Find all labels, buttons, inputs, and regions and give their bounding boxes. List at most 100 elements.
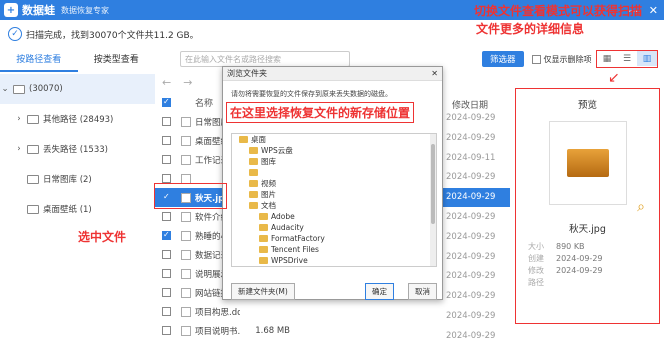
dialog-folder-label: Tencent Files — [271, 245, 319, 254]
annotation-dialog-note: 在这里选择恢复文件的新存储位置 — [226, 102, 415, 123]
preview-view-icon[interactable]: ▥ — [637, 51, 657, 66]
only-deleted-label: 仅显示删除项 — [543, 54, 592, 64]
row-checkbox[interactable] — [162, 136, 171, 145]
file-name: 项目构思.docx — [195, 307, 240, 318]
file-date: 2024-09-29 — [446, 192, 496, 203]
meta-value: 2024-09-29 — [556, 254, 603, 263]
select-all-checkbox[interactable] — [162, 97, 171, 107]
filter-button[interactable]: 筛选器 — [482, 51, 524, 67]
file-name: 项目说明书.docx — [195, 326, 240, 337]
row-checkbox[interactable] — [162, 212, 171, 221]
folder-icon — [27, 144, 39, 154]
zoom-icon[interactable]: ⌕ — [637, 199, 645, 215]
folder-icon — [27, 174, 39, 184]
folder-icon — [239, 136, 248, 143]
file-icon — [181, 287, 191, 298]
file-date: 2024-09-29 — [446, 172, 496, 183]
dialog-folder-item[interactable]: 文档 — [232, 200, 436, 211]
nav-arrows: ← → — [162, 76, 222, 89]
ok-button[interactable]: 确定 — [365, 283, 394, 300]
dialog-folder-item[interactable]: Adobe — [232, 211, 436, 222]
tree-item-other[interactable]: › 其他路径 (28493) — [0, 104, 155, 134]
tab-by-path[interactable]: 按路径查看 — [0, 50, 78, 72]
folder-icon — [249, 180, 258, 187]
preview-thumbnail — [548, 121, 627, 205]
annotation-toggle-note-2: 文件更多的详细信息 — [476, 22, 585, 36]
file-icon — [181, 211, 191, 222]
dialog-folder-item[interactable]: WPS云盘 — [232, 145, 436, 156]
status-text: 扫描完成，找到30070个文件共11.2 GB。 — [26, 30, 199, 41]
back-arrow-icon[interactable]: ← — [162, 76, 171, 89]
file-date: 2024-09-29 — [446, 310, 496, 321]
tree-item-lost[interactable]: › 丢失路径 (1533) — [0, 134, 155, 164]
app-logo: + 数据蛙 数据恢复专家 — [4, 2, 109, 18]
dialog-folder-item[interactable]: WPSDrive — [232, 255, 436, 266]
date-column: 2024-09-29 2024-09-29 2024-09-11 2024-09-29… — [446, 113, 504, 351]
app-logo-icon: + — [4, 3, 18, 17]
dialog-folder-item[interactable]: FormatFactory — [232, 233, 436, 244]
list-view-icon[interactable]: ☰ — [617, 51, 637, 66]
folder-icon — [259, 224, 268, 231]
checkbox[interactable] — [531, 54, 541, 64]
dialog-title-bar: 浏览文件夹 ✕ — [223, 67, 442, 81]
tree-root[interactable]: ⌄ (30070) — [0, 74, 155, 104]
tree-item-label: 日常图库 (2) — [43, 175, 92, 185]
preview-file-name: 秋天.jpg — [569, 224, 606, 235]
dialog-folder-item[interactable]: 图片 — [232, 189, 436, 200]
file-icon — [181, 325, 191, 336]
only-deleted-toggle[interactable]: 仅显示删除项 — [531, 54, 592, 65]
dialog-close-icon[interactable]: ✕ — [431, 67, 438, 80]
file-icon — [181, 154, 191, 165]
close-button[interactable]: ✕ — [649, 4, 658, 17]
column-date[interactable]: 修改日期 — [452, 98, 488, 111]
forward-arrow-icon[interactable]: → — [183, 76, 192, 89]
row-checkbox[interactable] — [162, 307, 171, 316]
chevron-down-icon[interactable]: ⌄ — [0, 84, 10, 94]
tree-item-label: 丢失路径 (1533) — [43, 145, 108, 155]
dialog-folder-item[interactable]: 图库 — [232, 156, 436, 167]
dialog-folder-label: 视频 — [261, 179, 276, 188]
chevron-right-icon[interactable]: › — [14, 114, 24, 124]
file-date: 2024-09-29 — [446, 231, 496, 242]
new-folder-button[interactable]: 新建文件夹(M) — [231, 283, 295, 300]
dialog-folder-label: 图库 — [261, 157, 276, 166]
tree-item-daily[interactable]: 日常图库 (2) — [0, 164, 155, 194]
image-thumbnail — [566, 149, 609, 177]
meta-key: 大小 — [528, 242, 544, 251]
file-icon — [181, 116, 191, 127]
dialog-scrollbar[interactable] — [430, 134, 436, 266]
dialog-folder-item[interactable]: Audacity — [232, 222, 436, 233]
dialog-description: 请勿将需要恢复的文件保存到原来丢失数据的磁盘。 — [231, 90, 392, 98]
dialog-folder-tree[interactable]: 桌面 WPS云盘 图库视频 图片 文档 Adobe Audacity FormatFactor… — [231, 133, 437, 267]
tree-item-wallpaper[interactable]: 桌面壁纸 (1) — [0, 194, 155, 224]
row-checkbox[interactable] — [162, 269, 171, 278]
file-icon — [181, 173, 191, 184]
dialog-folder-item[interactable] — [232, 167, 436, 178]
row-checkbox[interactable] — [162, 117, 171, 126]
search-input[interactable]: 在此输入文件名或路径搜索 — [180, 51, 350, 67]
folder-icon — [259, 235, 268, 242]
cancel-button[interactable]: 取消 — [408, 283, 437, 300]
row-checkbox[interactable] — [162, 174, 171, 183]
grid-view-icon[interactable]: ▦ — [597, 51, 617, 66]
file-size: 1.68 MB — [255, 325, 290, 336]
row-checkbox[interactable] — [162, 326, 171, 335]
column-name[interactable]: 名称 — [195, 96, 213, 109]
tab-by-type[interactable]: 按类型查看 — [78, 50, 156, 72]
annotation-select-note: 选中文件 — [78, 230, 127, 244]
meta-key: 创建 — [528, 254, 544, 263]
row-checkbox[interactable] — [162, 250, 171, 259]
dialog-folder-item[interactable]: 视频 — [232, 178, 436, 189]
dialog-folder-item[interactable]: Tencent Files — [232, 244, 436, 255]
dialog-folder-item[interactable]: 桌面 — [232, 134, 436, 145]
row-checkbox[interactable] — [162, 155, 171, 164]
dialog-folder-label: Adobe — [271, 212, 295, 221]
folder-icon — [249, 158, 258, 165]
meta-value: 890 KB — [556, 242, 585, 251]
dialog-title: 浏览文件夹 — [227, 69, 267, 78]
path-tree: ⌄ (30070) › 其他路径 (28493) › 丢失路径 (1533) 日… — [0, 74, 155, 224]
row-checkbox[interactable] — [162, 230, 171, 240]
row-checkbox[interactable] — [162, 288, 171, 297]
chevron-right-icon[interactable]: › — [14, 144, 24, 154]
folder-icon — [27, 114, 39, 124]
